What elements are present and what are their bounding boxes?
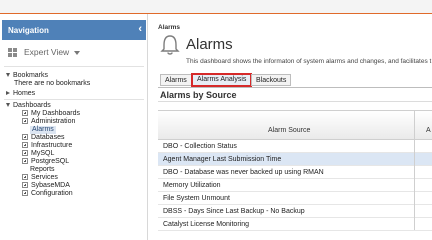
- section-title: Alarms by Source: [160, 90, 237, 100]
- tree-item-label: Bookmarks: [13, 72, 49, 79]
- tab-blackouts[interactable]: Blackouts: [251, 74, 292, 86]
- table-row[interactable]: Agent Manager Last Submission Time: [158, 153, 432, 166]
- column-header-alarm-source[interactable]: Alarm Source: [268, 127, 310, 134]
- tree-item-label: PostgreSQL: [31, 158, 70, 165]
- expand-arrow-icon: [6, 103, 10, 108]
- navigation-sidebar: Navigation ‹ Expert View Bookmarks There…: [0, 14, 148, 240]
- tree-item-sybasemda[interactable]: SybaseMDA: [22, 182, 70, 190]
- tree-item-bookmarks[interactable]: Bookmarks: [6, 72, 48, 80]
- tree-item-mysql[interactable]: MySQL: [22, 150, 54, 158]
- tree-item-label: Administration: [31, 118, 76, 125]
- app-top-bar: [0, 0, 432, 14]
- table-row[interactable]: Catalyst License Monitoring: [158, 218, 432, 231]
- expand-plus-icon: [22, 182, 28, 189]
- expand-plus-icon: [22, 110, 28, 117]
- tree-item-administration[interactable]: Administration: [22, 118, 75, 126]
- tree-item-dashboards[interactable]: Dashboards: [6, 102, 51, 110]
- tree-item-label: Configuration: [31, 190, 73, 197]
- view-selector-label: Expert View: [24, 47, 70, 57]
- divider: [158, 101, 432, 102]
- column-header-truncated[interactable]: A: [426, 127, 431, 134]
- table-cell: Agent Manager Last Submission Time: [163, 156, 282, 163]
- tab-bar-underline: [158, 87, 432, 88]
- navigation-header: Navigation ‹: [2, 20, 146, 40]
- table-row[interactable]: Memory Utilization: [158, 179, 432, 192]
- tree-item-label: Services: [31, 174, 58, 181]
- tree-item-reports[interactable]: Reports: [30, 166, 55, 174]
- tree-item-label: Databases: [31, 134, 65, 141]
- expand-plus-icon: [22, 150, 28, 157]
- bookmarks-empty-text: There are no bookmarks: [14, 80, 91, 87]
- table-cell: Catalyst License Monitoring: [163, 221, 249, 228]
- expand-plus-icon: [22, 118, 28, 125]
- table-row[interactable]: DBSS - Days Since Last Backup - No Backu…: [158, 205, 432, 218]
- bell-icon: [160, 35, 180, 55]
- table-cell: DBSS - Days Since Last Backup - No Backu…: [163, 208, 305, 215]
- tree-item-services[interactable]: Services: [22, 174, 58, 182]
- tree-item-infrastructure[interactable]: Infrastructure: [22, 142, 72, 150]
- table-cell: DBO - Database was never backed up using…: [163, 169, 324, 176]
- tree-item-label: Homes: [13, 90, 36, 97]
- tree-item-label: Dashboards: [13, 102, 51, 109]
- table-row[interactable]: DBO - Database was never backed up using…: [158, 166, 432, 179]
- table-cell: DBO - Collection Status: [163, 143, 237, 150]
- page-description: This dashboard shows the informaton of s…: [186, 58, 432, 65]
- divider: [4, 66, 144, 67]
- tree-item-databases[interactable]: Databases: [22, 134, 64, 142]
- table-header: Alarm Source A: [158, 110, 432, 140]
- collapse-sidebar-icon[interactable]: ‹: [138, 23, 142, 35]
- view-selector[interactable]: Expert View: [8, 46, 146, 62]
- column-divider: [414, 110, 415, 230]
- expand-plus-icon: [22, 174, 28, 181]
- tab-alarms-analysis[interactable]: Alarms Analysis: [191, 73, 253, 87]
- table-row[interactable]: DBO - Collection Status: [158, 140, 432, 153]
- tree-item-configuration[interactable]: Configuration: [22, 190, 73, 198]
- tree-item-label: MySQL: [31, 150, 55, 157]
- tree-item-label: SybaseMDA: [31, 182, 70, 189]
- tree-item-label: My Dashboards: [31, 110, 81, 117]
- expand-plus-icon: [22, 134, 28, 141]
- expand-plus-icon: [22, 142, 28, 149]
- table-cell: Memory Utilization: [163, 182, 221, 189]
- expand-plus-icon: [22, 190, 28, 197]
- tree-item-my-dashboards[interactable]: My Dashboards: [22, 110, 80, 118]
- table-cell: File System Unmount: [163, 195, 230, 202]
- grid-view-icon: [8, 48, 17, 57]
- page-title: Alarms: [186, 36, 233, 53]
- tree-item-postgresql[interactable]: PostgreSQL: [22, 158, 69, 166]
- tab-alarms[interactable]: Alarms: [160, 74, 192, 86]
- tree-item-label: Infrastructure: [31, 142, 73, 149]
- breadcrumb[interactable]: Alarms: [158, 24, 180, 31]
- collapsed-arrow-icon: [6, 91, 10, 96]
- tree-item-alarms[interactable]: Alarms: [30, 126, 56, 134]
- table-row[interactable]: File System Unmount: [158, 192, 432, 205]
- expand-arrow-icon: [6, 73, 10, 78]
- tree-item-homes[interactable]: Homes: [6, 90, 35, 98]
- expand-plus-icon: [22, 158, 28, 165]
- chevron-down-icon: [74, 51, 80, 55]
- divider: [4, 99, 144, 100]
- navigation-title: Navigation: [8, 26, 49, 35]
